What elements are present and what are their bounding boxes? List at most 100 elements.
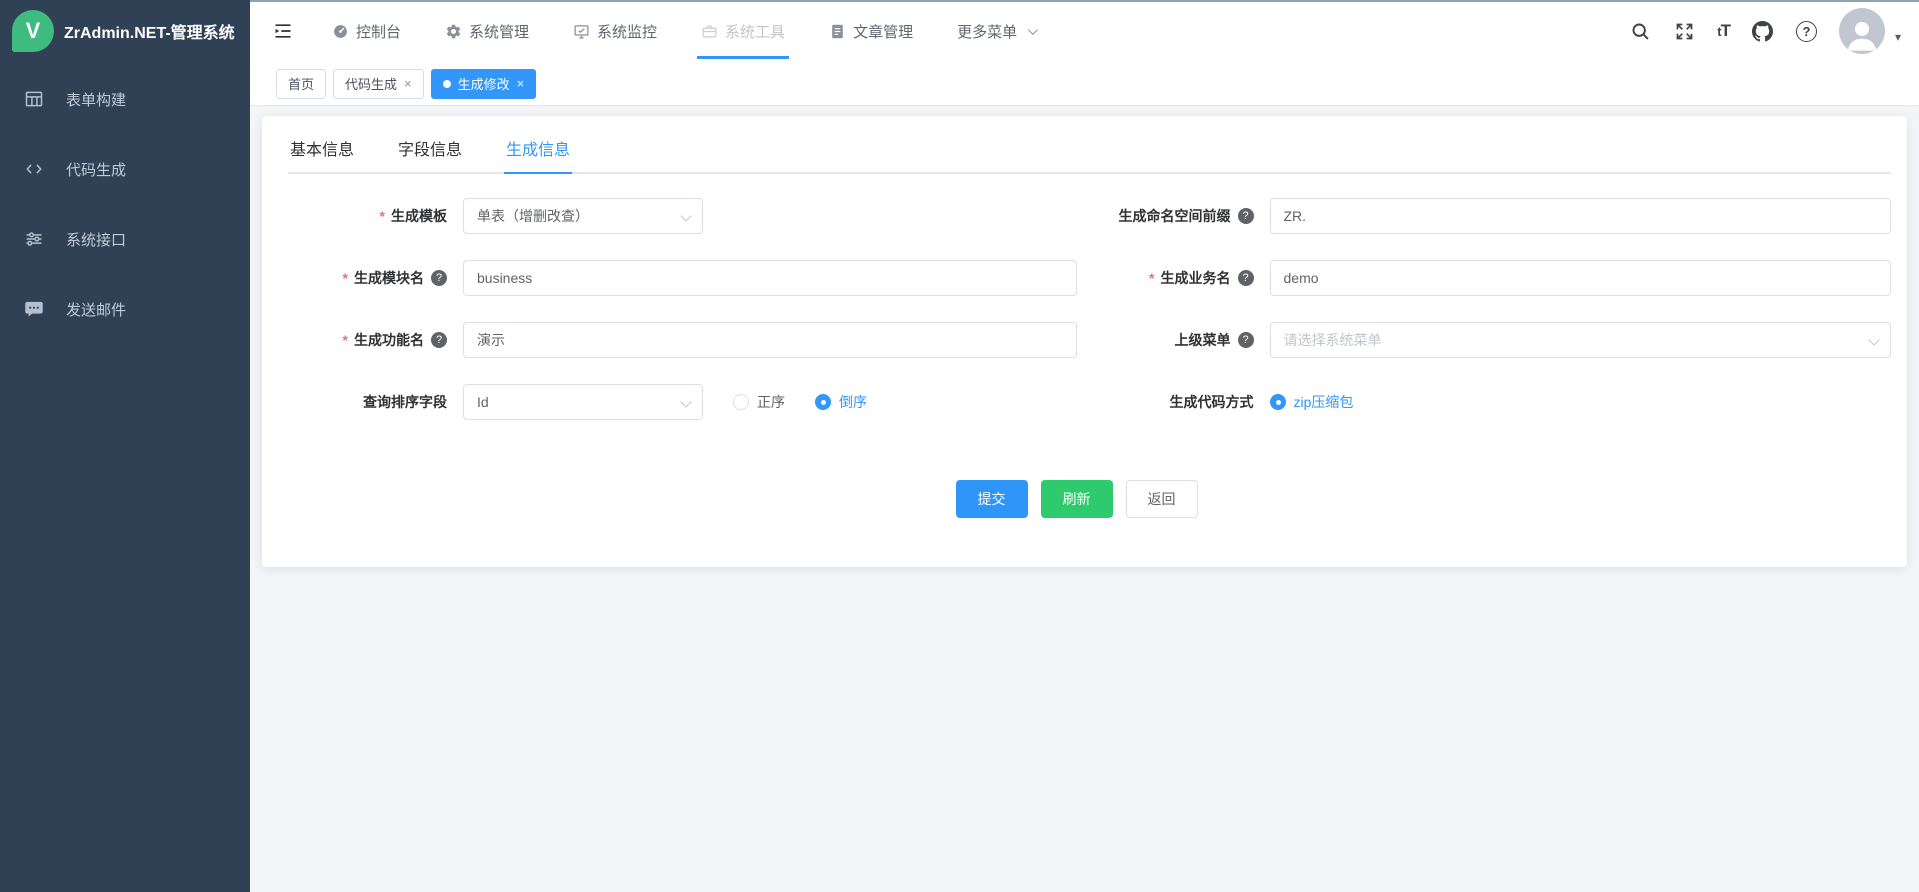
radio-circle-icon (733, 394, 749, 410)
page-content: 基本信息 字段信息 生成信息 * 生成模板 单表（增删改查） (250, 106, 1919, 892)
field-label: 生成代码方式 (1077, 392, 1270, 412)
sidebar-item-send-mail[interactable]: 发送邮件 (0, 274, 250, 344)
font-size-icon[interactable]: tT (1717, 21, 1730, 41)
sidebar-item-system-api[interactable]: 系统接口 (0, 204, 250, 274)
tag-code-generation[interactable]: 代码生成 × (333, 69, 424, 99)
code-icon (24, 159, 44, 179)
nav-item-label: 更多菜单 (957, 21, 1017, 42)
parent-menu-select[interactable]: 请选择系统菜单 (1270, 322, 1892, 358)
namespace-input[interactable] (1270, 198, 1892, 234)
sidebar-item-label: 表单构建 (66, 89, 126, 110)
nav-item-label: 系统工具 (725, 21, 785, 42)
nav-item-label: 文章管理 (853, 21, 913, 42)
tag-generate-edit[interactable]: 生成修改 × (431, 69, 537, 99)
fullscreen-icon[interactable] (1673, 20, 1695, 42)
function-name-input[interactable] (463, 322, 1077, 358)
tag-label: 代码生成 (345, 74, 397, 93)
nav-item-console[interactable]: 控制台 (332, 0, 401, 62)
nav-item-system-manage[interactable]: 系统管理 (445, 0, 529, 62)
dashboard-icon (332, 23, 349, 40)
nav-item-label: 控制台 (356, 21, 401, 42)
sort-field-select[interactable]: Id (463, 384, 703, 420)
generate-edit-card: 基本信息 字段信息 生成信息 * 生成模板 单表（增删改查） (262, 116, 1907, 567)
chevron-down-icon (680, 210, 691, 221)
template-select[interactable]: 单表（增删改查） (463, 198, 703, 234)
form-item-parent-menu: 上级菜单 ? 请选择系统菜单 (1077, 322, 1892, 358)
refresh-button[interactable]: 刷新 (1041, 480, 1113, 518)
top-progress-line (250, 0, 1919, 2)
close-icon[interactable]: × (404, 76, 412, 91)
app-logo-row[interactable]: V ZrAdmin.NET-管理系统 (0, 0, 250, 62)
tag-label: 生成修改 (458, 74, 510, 93)
collapse-sidebar-button[interactable] (272, 21, 294, 41)
submit-button[interactable]: 提交 (956, 480, 1028, 518)
app-root: V ZrAdmin.NET-管理系统 表单构建 代码生成 系统接口 (0, 0, 1919, 892)
required-asterisk: * (1149, 270, 1154, 286)
field-label: 查询排序字段 (262, 392, 463, 412)
header-actions: tT ? ▾ (1629, 8, 1901, 54)
github-icon[interactable] (1752, 20, 1774, 42)
nav-item-label: 系统监控 (597, 21, 657, 42)
radio-sort-asc[interactable]: 正序 (733, 392, 785, 412)
sidebar-item-code-gen[interactable]: 代码生成 (0, 134, 250, 204)
document-icon (829, 23, 846, 40)
field-label: * 生成业务名 ? (1077, 268, 1270, 288)
select-value: Id (477, 394, 489, 410)
app-logo-icon: V (12, 10, 54, 52)
chevron-down-icon (1028, 25, 1038, 35)
chevron-down-icon (1868, 334, 1879, 345)
nav-item-article-manage[interactable]: 文章管理 (829, 0, 913, 62)
radio-sort-desc[interactable]: 倒序 (815, 392, 867, 412)
sliders-icon (24, 229, 44, 249)
help-icon[interactable]: ? (1796, 21, 1817, 42)
help-circle-icon[interactable]: ? (431, 332, 447, 348)
radio-zip-package[interactable]: zip压缩包 (1270, 392, 1354, 412)
help-circle-icon[interactable]: ? (1238, 332, 1254, 348)
briefcase-icon (701, 23, 718, 40)
help-circle-icon[interactable]: ? (1238, 208, 1254, 224)
tab-basic-info[interactable]: 基本信息 (288, 130, 356, 172)
generate-info-form: * 生成模板 单表（增删改查） 生成命名空间前缀 ? (262, 174, 1891, 420)
tag-home[interactable]: 首页 (276, 69, 326, 99)
radio-circle-icon (815, 394, 831, 410)
form-item-business: * 生成业务名 ? (1077, 260, 1892, 296)
chevron-down-icon[interactable]: ▾ (1895, 30, 1901, 44)
nav-item-system-tools[interactable]: 系统工具 (701, 0, 785, 62)
main-area: 控制台 系统管理 系统监控 (250, 0, 1919, 892)
sidebar-item-label: 系统接口 (66, 229, 126, 250)
required-asterisk: * (343, 270, 348, 286)
form-item-sort-field: 查询排序字段 Id 正序 倒序 (262, 384, 1077, 420)
form-item-template: * 生成模板 单表（增删改查） (262, 198, 1077, 234)
avatar[interactable] (1839, 8, 1885, 54)
top-navigation: 控制台 系统管理 系统监控 (332, 0, 1629, 62)
logo-letter: V (26, 18, 41, 44)
app-title: ZrAdmin.NET-管理系统 (64, 19, 235, 43)
tag-label: 首页 (288, 74, 314, 93)
back-button[interactable]: 返回 (1126, 480, 1198, 518)
field-label: * 生成模板 (262, 206, 463, 226)
field-label: 生成命名空间前缀 ? (1077, 206, 1270, 226)
active-dot (443, 80, 451, 88)
help-circle-icon[interactable]: ? (1238, 270, 1254, 286)
nav-item-more-menu[interactable]: 更多菜单 (957, 0, 1035, 62)
search-icon[interactable] (1629, 20, 1651, 42)
help-circle-icon[interactable]: ? (431, 270, 447, 286)
sidebar-item-form-build[interactable]: 表单构建 (0, 64, 250, 134)
tab-field-info[interactable]: 字段信息 (396, 130, 464, 172)
module-name-input[interactable] (463, 260, 1077, 296)
chevron-down-icon (680, 396, 691, 407)
table-icon (24, 89, 44, 109)
form-item-code-method: 生成代码方式 zip压缩包 (1077, 384, 1892, 420)
nav-item-system-monitor[interactable]: 系统监控 (573, 0, 657, 62)
form-actions: 提交 刷新 返回 (262, 480, 1891, 518)
monitor-icon (573, 23, 590, 40)
form-item-module: * 生成模块名 ? (262, 260, 1077, 296)
sidebar-menu: 表单构建 代码生成 系统接口 发送邮件 (0, 62, 250, 344)
required-asterisk: * (343, 332, 348, 348)
tab-generate-info[interactable]: 生成信息 (504, 130, 572, 172)
message-icon (24, 299, 44, 319)
select-placeholder: 请选择系统菜单 (1284, 330, 1382, 350)
form-item-function: * 生成功能名 ? (262, 322, 1077, 358)
close-icon[interactable]: × (517, 76, 525, 91)
business-name-input[interactable] (1270, 260, 1892, 296)
